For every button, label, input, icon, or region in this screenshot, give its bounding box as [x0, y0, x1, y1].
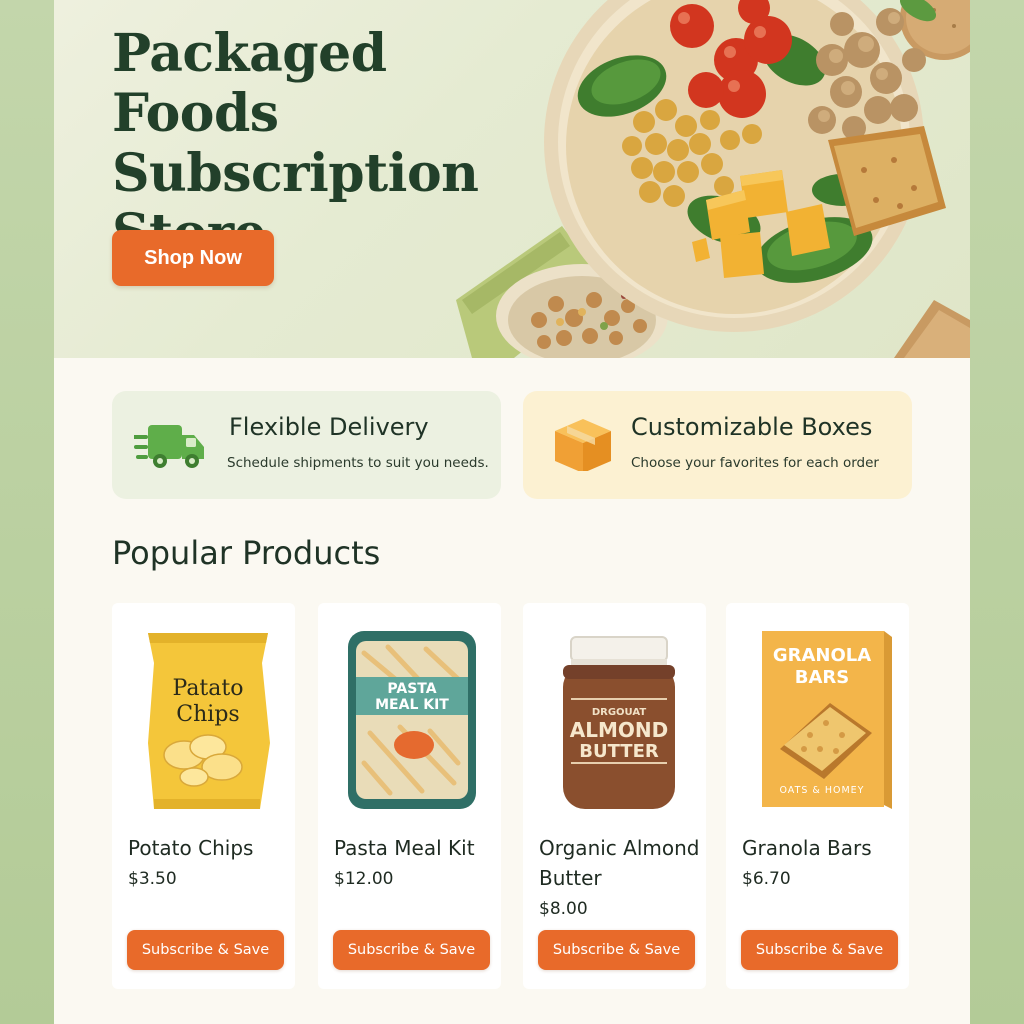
potato-chips-bag-image: Patato Chips — [148, 633, 270, 809]
product-card-organic-almond-butter[interactable]: DRGOUAT ALMOND BUTTER Organic Almond But… — [523, 603, 706, 989]
product-card-pasta-meal-kit[interactable]: PASTA MEAL KIT Pasta Meal Kit $12.00 Sub… — [318, 603, 501, 989]
feature-description: Schedule shipments to suit you needs. — [227, 455, 489, 471]
package-label: GRANOLA — [773, 645, 871, 666]
product-price: $8.00 — [539, 899, 588, 919]
product-name: Pasta Meal Kit — [334, 836, 475, 860]
subscribe-save-button[interactable]: Subscribe & Save — [538, 930, 695, 970]
delivery-truck-icon — [134, 425, 204, 468]
pasta-meal-kit-image: PASTA MEAL KIT — [348, 631, 476, 809]
package-label: ALMOND — [570, 718, 668, 742]
left-frame — [0, 0, 54, 1024]
feature-customizable-boxes: Customizable Boxes Choose your favorites… — [523, 391, 912, 499]
package-label: OATS & HOMEY — [780, 785, 865, 796]
product-card-potato-chips[interactable]: Patato Chips Potato Chips $3.50 Subscrib… — [112, 603, 295, 989]
feature-description: Choose your favorites for each order — [631, 455, 879, 471]
feature-flexible-delivery: Flexible Delivery Schedule shipments to … — [112, 391, 501, 499]
feature-title: Flexible Delivery — [229, 413, 429, 441]
subscribe-save-button[interactable]: Subscribe & Save — [127, 930, 284, 970]
product-name: Granola Bars — [742, 836, 872, 860]
product-name: Potato Chips — [128, 836, 254, 860]
right-frame — [970, 0, 1024, 1024]
package-label: Patato — [173, 676, 244, 701]
granola-bars-box-image: GRANOLA BARS OATS & HOMEY — [762, 631, 892, 809]
box-icon — [555, 419, 611, 471]
product-price: $12.00 — [334, 869, 394, 889]
package-label: BUTTER — [579, 741, 659, 762]
popular-products-heading: Popular Products — [112, 534, 381, 572]
product-card-granola-bars[interactable]: GRANOLA BARS OATS & HOMEY Granola Bars $… — [726, 603, 909, 989]
package-label: PASTA — [387, 681, 436, 697]
package-label: Chips — [176, 702, 239, 727]
feature-title: Customizable Boxes — [631, 413, 873, 441]
food-bowl-image — [456, 0, 970, 358]
package-label: MEAL KIT — [375, 697, 449, 713]
product-name: Organic Almond Butter — [539, 836, 700, 890]
shop-now-button[interactable]: Shop Now — [112, 230, 274, 286]
product-price: $6.70 — [742, 869, 791, 889]
subscribe-save-button[interactable]: Subscribe & Save — [333, 930, 490, 970]
hero-banner: Packaged Foods Subscription Store Shop N… — [54, 0, 970, 358]
product-price: $3.50 — [128, 869, 177, 889]
subscribe-save-button[interactable]: Subscribe & Save — [741, 930, 898, 970]
page: Packaged Foods Subscription Store Shop N… — [54, 0, 970, 1024]
package-label: DRGOUAT — [592, 707, 646, 718]
almond-butter-jar-image: DRGOUAT ALMOND BUTTER — [563, 636, 675, 809]
package-label: BARS — [795, 667, 849, 688]
